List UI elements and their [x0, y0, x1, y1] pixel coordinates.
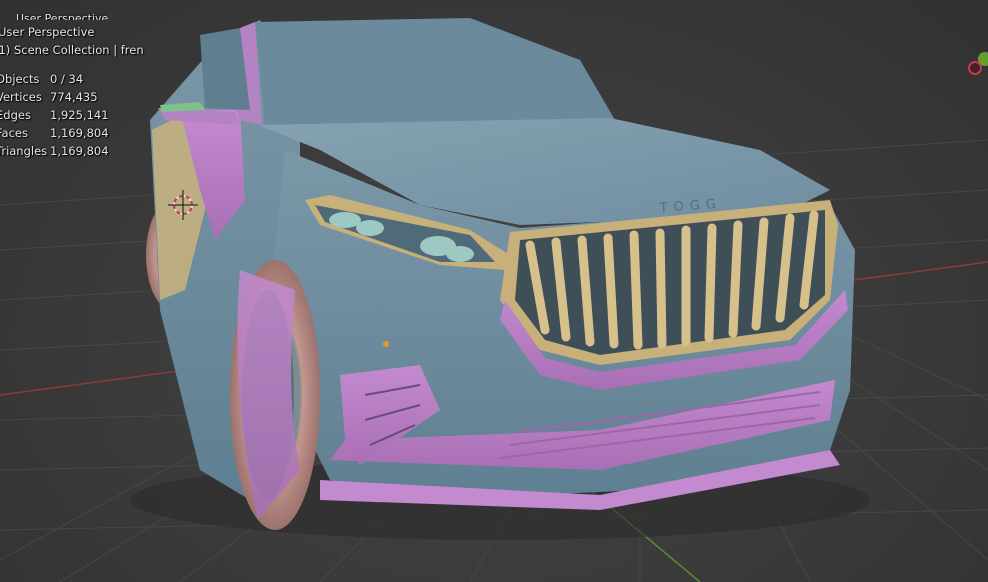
windshield	[255, 18, 615, 125]
gizmo-x-axis-icon[interactable]	[968, 61, 982, 75]
scene-collection-label: (1) Scene Collection | fren	[0, 43, 144, 57]
stat-value: 774,435	[50, 90, 98, 104]
stat-value: 0 / 34	[50, 72, 84, 86]
stat-value: 1,169,804	[50, 126, 109, 140]
scene-render[interactable]: TOGG	[0, 0, 988, 582]
view-perspective-label: User Perspective	[0, 25, 95, 39]
stat-label: Faces	[0, 126, 28, 140]
object-origin	[383, 341, 389, 347]
stat-value: 1,925,141	[50, 108, 109, 122]
viewport-label-clipped: User Perspective	[16, 12, 109, 20]
stat-label: Edges	[0, 108, 31, 122]
stat-label: Objects	[0, 72, 40, 86]
stat-value: 1,169,804	[50, 144, 109, 158]
3d-viewport[interactable]: TOGG User Perspective User Perspective (…	[0, 0, 988, 582]
stat-label: Triangles	[0, 144, 48, 158]
stat-label: Vertices	[0, 90, 42, 104]
